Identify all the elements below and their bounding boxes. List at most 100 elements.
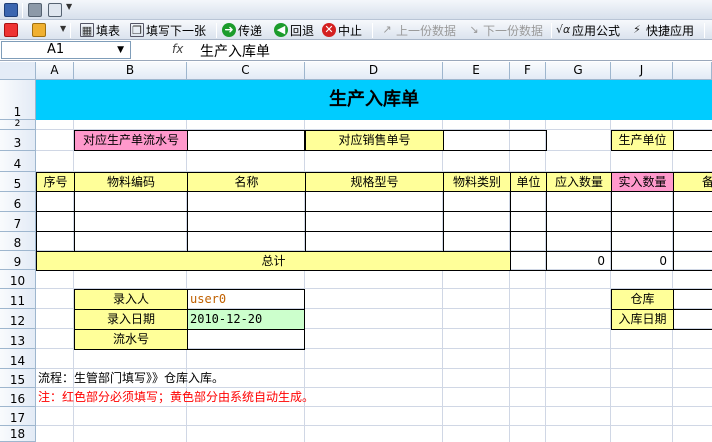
table-cell[interactable] xyxy=(36,211,75,232)
fx-icon[interactable]: fx xyxy=(172,42,183,56)
table-cell[interactable] xyxy=(443,231,511,252)
column-header-b[interactable]: B xyxy=(74,62,187,80)
row-header-4[interactable]: 4 xyxy=(0,151,36,172)
column-header-f[interactable]: F xyxy=(510,62,546,80)
send-button[interactable]: ➜ 传递 xyxy=(222,21,262,39)
serial-field[interactable] xyxy=(187,329,305,350)
quick-apply-button[interactable]: ⚡ 快捷应用 xyxy=(630,21,694,39)
return-button[interactable]: ◀ 回退 xyxy=(274,21,314,39)
table-cell[interactable] xyxy=(305,231,444,252)
row-header-18[interactable]: 18 xyxy=(0,426,36,442)
column-header-g[interactable]: G xyxy=(546,62,611,80)
table-cell[interactable] xyxy=(673,211,712,232)
table-cell[interactable] xyxy=(74,191,188,212)
table-cell[interactable] xyxy=(510,191,547,212)
abort-button[interactable]: ✕ 中止 xyxy=(322,21,362,39)
sheet-title[interactable]: 生产入库单 xyxy=(36,80,712,120)
chevron-down-icon[interactable]: ▼ xyxy=(60,24,66,33)
table-cell[interactable] xyxy=(611,191,674,212)
row-header-10[interactable]: 10 xyxy=(0,270,36,289)
row-header-16[interactable]: 16 xyxy=(0,388,36,407)
next-data-button[interactable]: ↘ 下一份数据 xyxy=(467,21,543,39)
table-cell[interactable] xyxy=(546,231,612,252)
row-header-15[interactable]: 15 xyxy=(0,369,36,388)
fill-form-button[interactable]: ▦ 填表 xyxy=(80,21,120,39)
table-cell[interactable] xyxy=(510,231,547,252)
row-header-13[interactable]: 13 xyxy=(0,329,36,349)
row-header-9[interactable]: 9 xyxy=(0,251,36,270)
row-header-1[interactable]: 1 xyxy=(0,80,36,120)
name-box[interactable]: A1 ▼ xyxy=(1,41,131,59)
entry-date-field[interactable]: 2010-12-20 xyxy=(187,309,305,330)
table-cell[interactable] xyxy=(187,211,306,232)
row-header-2[interactable]: 2 xyxy=(0,120,36,130)
row-header-12[interactable]: 12 xyxy=(0,309,36,329)
table-cell[interactable] xyxy=(673,191,712,212)
row-header-3[interactable]: 3 xyxy=(0,130,36,151)
row-header-6[interactable]: 6 xyxy=(0,192,36,212)
total-actual-qty[interactable]: 0 xyxy=(611,251,674,271)
warehouse-label: 仓库 xyxy=(611,289,674,310)
column-header-c[interactable]: C xyxy=(187,62,305,80)
abort-label: 中止 xyxy=(338,23,363,38)
main-toolbar: ▼ ▦ 填表 ❐ 填写下一张 ➜ 传递 ◀ 回退 ✕ 中止 ↗ 上一份数据 ↘ … xyxy=(0,20,712,40)
sales-order-field[interactable] xyxy=(443,130,547,151)
table-cell[interactable] xyxy=(510,211,547,232)
row-header-11[interactable]: 11 xyxy=(0,289,36,309)
production-serial-field[interactable] xyxy=(187,130,305,151)
print-preview-icon[interactable] xyxy=(48,3,62,17)
table-cell[interactable] xyxy=(443,211,511,232)
warehouse-field[interactable] xyxy=(673,289,712,310)
table-cell[interactable] xyxy=(546,191,612,212)
table-cell[interactable] xyxy=(36,231,75,252)
arrow-left-icon: ◀ xyxy=(274,23,288,37)
table-cell[interactable] xyxy=(74,211,188,232)
column-header-next[interactable] xyxy=(673,62,712,80)
table-cell[interactable] xyxy=(36,191,75,212)
select-all-corner[interactable] xyxy=(0,62,36,80)
production-unit-field[interactable] xyxy=(673,130,712,151)
toolbar-separator xyxy=(22,3,23,18)
fill-next-button[interactable]: ❐ 填写下一张 xyxy=(130,21,206,39)
row-header-14[interactable]: 14 xyxy=(0,349,36,369)
chevron-down-icon[interactable]: ▼ xyxy=(66,2,72,11)
table-cell[interactable] xyxy=(74,231,188,252)
table-cell[interactable] xyxy=(305,191,444,212)
export-pdf-icon[interactable] xyxy=(4,23,18,37)
prev-data-button[interactable]: ↗ 上一份数据 xyxy=(380,21,456,39)
in-date-label: 入库日期 xyxy=(611,309,674,330)
column-header-a[interactable]: A xyxy=(36,62,74,80)
table-cell[interactable] xyxy=(305,211,444,232)
row-header-5[interactable]: 5 xyxy=(0,172,36,192)
column-header-d[interactable]: D xyxy=(305,62,443,80)
save-icon[interactable] xyxy=(4,3,18,17)
table-cell[interactable] xyxy=(611,231,674,252)
formula-input[interactable]: 生产入库单 xyxy=(200,41,270,61)
table-cell[interactable] xyxy=(187,191,306,212)
total-remark-cell[interactable] xyxy=(673,251,712,271)
cell-reference: A1 xyxy=(47,42,65,57)
chevron-down-icon[interactable]: ▼ xyxy=(117,42,124,58)
table-cell[interactable] xyxy=(611,211,674,232)
tools-icon[interactable] xyxy=(32,23,46,37)
send-label: 传递 xyxy=(238,23,263,38)
print-icon[interactable] xyxy=(28,3,42,17)
row-header-8[interactable]: 8 xyxy=(0,232,36,251)
production-unit-label: 生产单位 xyxy=(611,130,674,151)
total-expected-qty[interactable]: 0 xyxy=(546,251,612,271)
quick-apply-label: 快捷应用 xyxy=(646,23,695,38)
entry-person-label: 录入人 xyxy=(74,289,188,310)
header-unit: 单位 xyxy=(510,172,547,192)
row-header-17[interactable]: 17 xyxy=(0,407,36,426)
total-unit-cell[interactable] xyxy=(510,251,547,271)
table-cell[interactable] xyxy=(187,231,306,252)
entry-person-field[interactable]: user0 xyxy=(187,289,305,310)
column-header-j[interactable]: J xyxy=(611,62,673,80)
table-cell[interactable] xyxy=(546,211,612,232)
row-header-7[interactable]: 7 xyxy=(0,212,36,232)
apply-formula-button[interactable]: √α 应用公式 xyxy=(556,21,620,39)
table-cell[interactable] xyxy=(443,191,511,212)
in-date-field[interactable] xyxy=(673,309,712,330)
table-cell[interactable] xyxy=(673,231,712,252)
column-header-e[interactable]: E xyxy=(443,62,510,80)
